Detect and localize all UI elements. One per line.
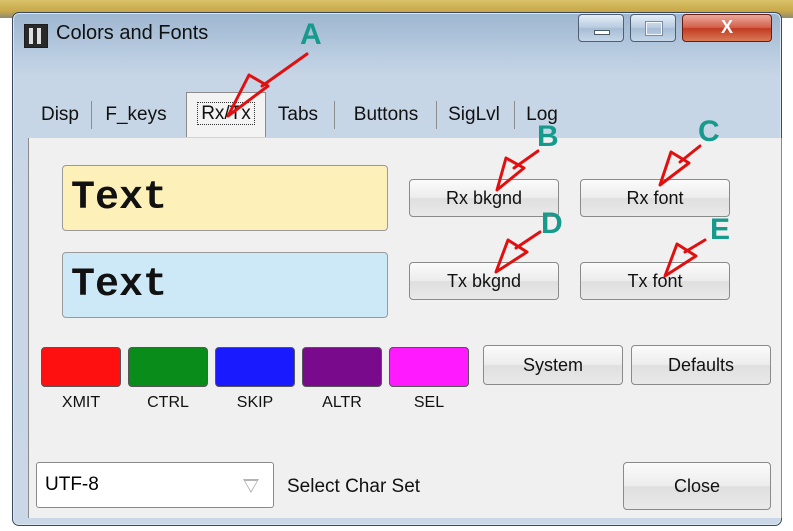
annotation-arrows	[226, 52, 707, 278]
arrow-b	[495, 149, 540, 192]
arrow-d	[494, 230, 542, 274]
arrow-e	[663, 238, 707, 278]
arrow-a	[226, 52, 309, 118]
arrow-c	[658, 144, 702, 187]
